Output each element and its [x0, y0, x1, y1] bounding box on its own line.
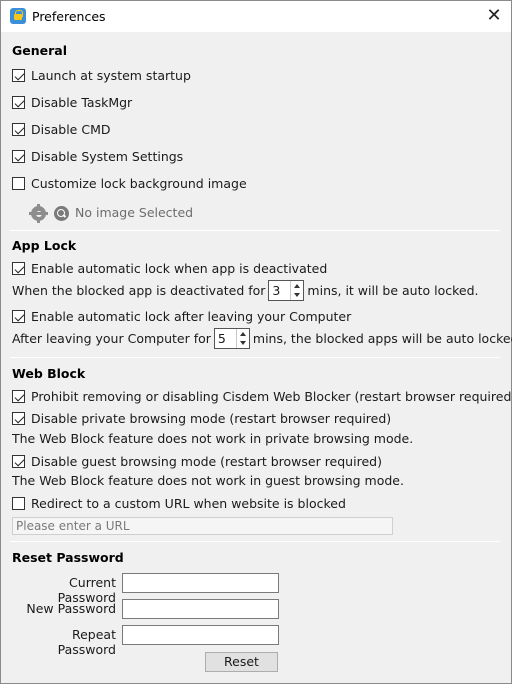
stepper-up-icon[interactable]: [291, 281, 303, 291]
launch-startup-label: Launch at system startup: [31, 68, 191, 83]
prohibit-removing-checkbox[interactable]: [12, 390, 25, 403]
disable-guest-option[interactable]: Disable guest browsing mode (restart bro…: [12, 454, 382, 469]
title-bar: Preferences ✕: [1, 1, 511, 32]
redirect-url-label: Redirect to a custom URL when website is…: [31, 496, 346, 511]
guest-note-text: The Web Block feature does not work in g…: [12, 473, 404, 488]
disable-cmd-option[interactable]: Disable CMD: [12, 122, 110, 137]
separator: [10, 541, 500, 542]
auto-lock-leaving-checkbox[interactable]: [12, 310, 25, 323]
disable-cmd-checkbox[interactable]: [12, 123, 25, 136]
prohibit-removing-label: Prohibit removing or disabling Cisdem We…: [31, 389, 512, 404]
stepper-down-icon[interactable]: [291, 291, 303, 301]
auto-lock-deactivated-label: Enable automatic lock when app is deacti…: [31, 261, 328, 276]
redirect-url-option[interactable]: Redirect to a custom URL when website is…: [12, 496, 346, 511]
disable-taskmgr-option[interactable]: Disable TaskMgr: [12, 95, 132, 110]
app-lock-section-title: App Lock: [12, 238, 77, 253]
preferences-window: Preferences ✕ General Launch at system s…: [0, 0, 512, 684]
guest-note: The Web Block feature does not work in g…: [12, 473, 404, 488]
auto-lock-leaving-label: Enable automatic lock after leaving your…: [31, 309, 352, 324]
close-icon: ✕: [486, 5, 502, 26]
private-note: The Web Block feature does not work in p…: [12, 431, 413, 446]
close-button[interactable]: ✕: [481, 5, 507, 27]
disable-system-settings-option[interactable]: Disable System Settings: [12, 149, 183, 164]
separator: [10, 357, 500, 358]
disable-private-checkbox[interactable]: [12, 412, 25, 425]
no-image-label: No image Selected: [75, 205, 194, 220]
disable-guest-label: Disable guest browsing mode (restart bro…: [31, 454, 382, 469]
launch-startup-option[interactable]: Launch at system startup: [12, 68, 191, 83]
repeat-password-input[interactable]: [122, 625, 279, 645]
reset-password-section-title: Reset Password: [12, 550, 124, 565]
leaving-minutes-stepper[interactable]: 5: [213, 328, 250, 349]
leaving-suffix: mins, the blocked apps will be auto lock…: [252, 331, 512, 346]
deactivated-minutes-value[interactable]: 3: [269, 281, 290, 300]
deactivated-minutes-row: When the blocked app is deactivated for …: [12, 280, 479, 301]
disable-guest-checkbox[interactable]: [12, 455, 25, 468]
general-section-title: General: [12, 43, 67, 58]
separator: [10, 230, 500, 231]
auto-lock-leaving-option[interactable]: Enable automatic lock after leaving your…: [12, 309, 351, 324]
disable-private-option[interactable]: Disable private browsing mode (restart b…: [12, 411, 391, 426]
disable-private-label: Disable private browsing mode (restart b…: [31, 411, 392, 426]
disable-system-settings-checkbox[interactable]: [12, 150, 25, 163]
deactivated-prefix: When the blocked app is deactivated for: [12, 283, 266, 298]
prohibit-removing-option[interactable]: Prohibit removing or disabling Cisdem We…: [12, 389, 512, 404]
leaving-prefix: After leaving your Computer for: [12, 331, 211, 346]
new-password-input[interactable]: [122, 599, 279, 619]
stepper-up-icon[interactable]: [237, 329, 249, 339]
search-icon[interactable]: [54, 206, 69, 221]
disable-taskmgr-checkbox[interactable]: [12, 96, 25, 109]
leaving-minutes-value[interactable]: 5: [215, 329, 236, 348]
redirect-url-checkbox[interactable]: [12, 497, 25, 510]
disable-taskmgr-label: Disable TaskMgr: [31, 95, 133, 110]
leaving-minutes-row: After leaving your Computer for 5 mins, …: [12, 328, 512, 349]
gear-icon[interactable]: [29, 206, 48, 221]
repeat-password-label: Repeat Password: [57, 627, 116, 657]
customize-background-checkbox[interactable]: [12, 177, 25, 190]
customize-background-option[interactable]: Customize lock background image: [12, 176, 247, 191]
lock-app-icon: [10, 8, 26, 24]
deactivated-minutes-stepper[interactable]: 3: [268, 280, 305, 301]
reset-button[interactable]: Reset: [205, 652, 278, 672]
private-note-text: The Web Block feature does not work in p…: [12, 431, 414, 446]
customize-background-label: Customize lock background image: [31, 176, 247, 191]
deactivated-suffix: mins, it will be auto locked.: [307, 283, 479, 298]
auto-lock-deactivated-option[interactable]: Enable automatic lock when app is deacti…: [12, 261, 327, 276]
disable-system-settings-label: Disable System Settings: [31, 149, 184, 164]
stepper-down-icon[interactable]: [237, 339, 249, 349]
web-block-section-title: Web Block: [12, 366, 86, 381]
auto-lock-deactivated-checkbox[interactable]: [12, 262, 25, 275]
launch-startup-checkbox[interactable]: [12, 69, 25, 82]
custom-url-input[interactable]: [12, 517, 393, 535]
disable-cmd-label: Disable CMD: [31, 122, 111, 137]
window-title: Preferences: [32, 9, 106, 24]
new-password-label: New Password: [26, 601, 116, 616]
current-password-input[interactable]: [122, 573, 279, 593]
